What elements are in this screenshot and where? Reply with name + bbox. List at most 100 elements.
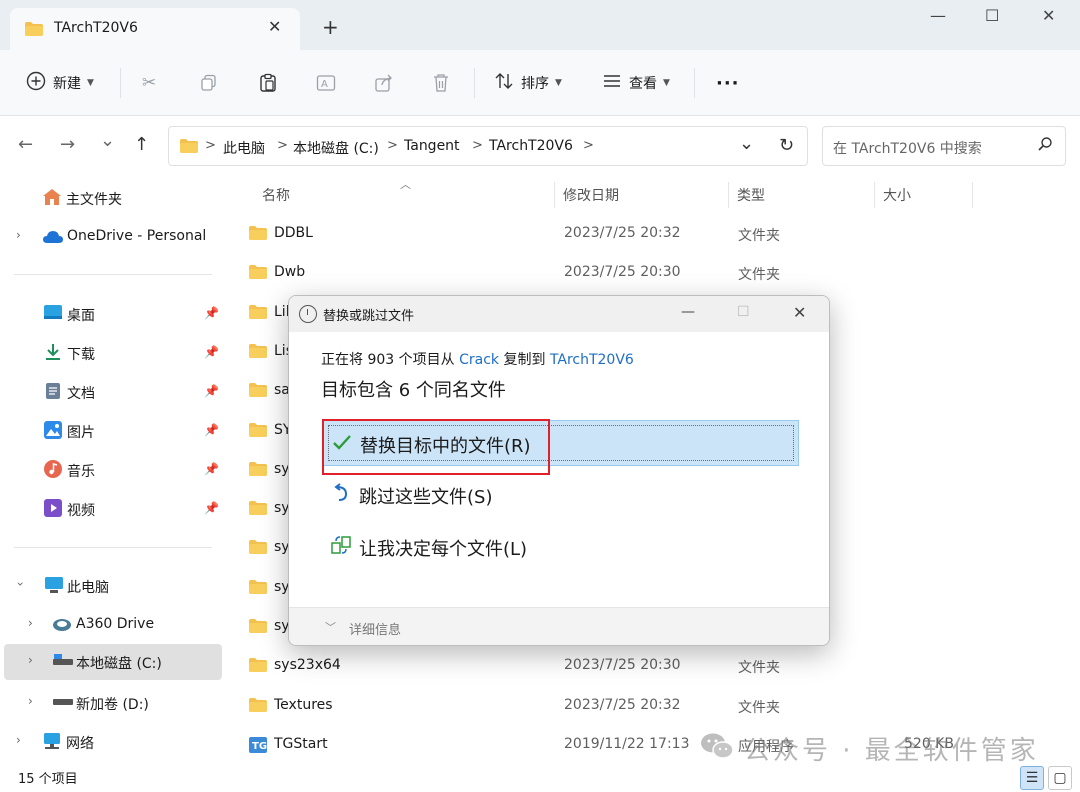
sort-button[interactable]: 排序 ▼ (494, 72, 562, 94)
sidebar-item-label: 桌面 (67, 308, 95, 324)
pin-icon[interactable]: 📌 (204, 501, 219, 515)
new-button[interactable]: 新建 ▼ (26, 71, 94, 94)
maximize-icon[interactable]: ☐ (985, 6, 999, 25)
sidebar-item-this-pc[interactable]: › 此电脑 (0, 568, 224, 604)
breadcrumb-tangent[interactable]: Tangent (404, 138, 460, 154)
column-header-modified[interactable]: 修改日期 (563, 185, 619, 205)
paste-icon[interactable] (258, 72, 278, 94)
skip-option-label: 跳过这些文件(S) (359, 487, 493, 508)
desktop-icon (44, 304, 62, 322)
forward-icon[interactable]: → (60, 134, 75, 155)
folder-icon (248, 500, 268, 520)
sort-icon (494, 71, 514, 95)
column-header-size[interactable]: 大小 (883, 185, 911, 205)
network-icon (42, 732, 60, 750)
file-date: 2023/7/25 20:32 (564, 225, 681, 241)
copy-icon[interactable] (200, 72, 218, 94)
breadcrumb-separator: > (472, 138, 483, 153)
chevron-down-icon: ▼ (663, 78, 670, 88)
pin-icon[interactable]: 📌 (204, 384, 219, 398)
chevron-down-icon[interactable]: ﹀ (325, 619, 336, 635)
minimize-icon[interactable]: — (681, 304, 695, 320)
file-name: TGStart (274, 735, 328, 752)
sidebar-item-a360[interactable]: › A360 Drive (0, 607, 224, 643)
share-icon[interactable] (374, 72, 394, 94)
column-header-type[interactable]: 类型 (737, 185, 765, 205)
pin-icon[interactable]: 📌 (204, 345, 219, 359)
tab-close-icon[interactable]: ✕ (268, 17, 281, 36)
table-row[interactable]: Dwb 2023/7/25 20:30 文件夹 (244, 254, 1064, 293)
tab-tarch[interactable]: TArchT20V6 ✕ (10, 8, 300, 50)
rename-icon[interactable]: A (316, 72, 336, 94)
sidebar-item-onedrive[interactable]: › OneDrive - Personal (0, 219, 224, 255)
home-icon (42, 188, 61, 206)
column-header-name[interactable]: 名称 (262, 185, 290, 205)
refresh-icon[interactable]: ↻ (779, 135, 794, 156)
table-row[interactable]: Textures 2023/7/25 20:32 文件夹 (244, 687, 1064, 726)
pin-icon[interactable]: 📌 (204, 462, 219, 476)
address-dropdown-icon[interactable]: ⌄ (739, 133, 754, 154)
tiles-view-icon[interactable]: ▢ (1048, 766, 1072, 790)
sidebar-item-label: 文档 (67, 386, 95, 402)
sidebar-item-pictures[interactable]: 图片 📌 (0, 413, 224, 449)
folder-icon (24, 21, 44, 41)
recent-locations-icon[interactable]: ⌄ (100, 130, 115, 151)
decide-each-file-option[interactable]: 让我决定每个文件(L) (323, 524, 799, 570)
sidebar-item-label: 主文件夹 (66, 192, 122, 208)
sidebar-item-downloads[interactable]: 下载 📌 (0, 335, 224, 371)
clock-icon (299, 305, 317, 323)
sidebar-item-documents[interactable]: 文档 📌 (0, 374, 224, 410)
skip-files-option[interactable]: 跳过这些文件(S) (323, 472, 799, 518)
file-type: 文件夹 (738, 228, 780, 244)
breadcrumb-separator: > (583, 138, 594, 153)
sidebar-item-local-disk-c[interactable]: › 本地磁盘 (C:) (4, 644, 222, 680)
delete-icon[interactable] (432, 72, 450, 94)
back-icon[interactable]: ← (18, 134, 33, 155)
source-folder-link[interactable]: Crack (459, 352, 499, 368)
file-type: 文件夹 (738, 699, 780, 716)
new-tab-button[interactable]: + (322, 17, 339, 37)
pin-icon[interactable]: 📌 (204, 306, 219, 320)
column-divider[interactable] (728, 182, 729, 208)
search-box[interactable]: 在 TArchT20V6 中搜索 (822, 126, 1066, 166)
column-divider[interactable] (554, 182, 555, 208)
cloud-icon (42, 230, 63, 248)
breadcrumb-this-pc[interactable]: 此电脑 (223, 138, 265, 158)
up-icon[interactable]: ↑ (134, 134, 149, 155)
cut-icon[interactable]: ✂ (142, 72, 156, 94)
details-view-icon[interactable]: ☰ (1020, 766, 1044, 790)
sidebar-item-desktop[interactable]: 桌面 📌 (0, 296, 224, 332)
sidebar-item-videos[interactable]: 视频 📌 (0, 491, 224, 527)
more-details-toggle[interactable]: 详细信息 (349, 619, 401, 638)
chevron-right-icon: › (28, 653, 33, 667)
file-name: Textures (274, 696, 333, 713)
breadcrumb-separator: > (277, 138, 288, 153)
table-row[interactable]: DDBL 2023/7/25 20:32 文件夹 (244, 215, 1064, 254)
breadcrumb-local-disk[interactable]: 本地磁盘 (C:) (293, 138, 379, 158)
sidebar-item-home[interactable]: 主文件夹 (0, 180, 224, 216)
sidebar-item-new-volume-d[interactable]: › 新加卷 (D:) (0, 685, 224, 721)
table-row[interactable]: sys23x64 2023/7/25 20:30 文件夹 (244, 647, 1064, 686)
address-bar[interactable]: > 此电脑 > 本地磁盘 (C:) > Tangent > TArchT20V6… (168, 126, 808, 166)
column-divider[interactable] (972, 182, 973, 208)
close-icon[interactable]: ✕ (1042, 6, 1055, 25)
folder-icon (248, 461, 268, 481)
more-options-icon[interactable]: ··· (716, 72, 740, 94)
destination-folder-link[interactable]: TArchT20V6 (550, 352, 634, 368)
minimize-icon[interactable]: — (930, 6, 946, 25)
pin-icon[interactable]: 📌 (204, 423, 219, 437)
chevron-right-icon: › (16, 228, 21, 242)
breadcrumb-tarch[interactable]: TArchT20V6 (489, 138, 573, 154)
breadcrumb-separator: > (387, 138, 398, 153)
view-button[interactable]: 查看 ▼ (602, 72, 670, 94)
close-icon[interactable]: ✕ (793, 303, 806, 322)
file-name: sys23x64 (274, 657, 341, 674)
sidebar-item-music[interactable]: 音乐 📌 (0, 452, 224, 488)
column-divider[interactable] (874, 182, 875, 208)
maximize-icon: ☐ (737, 304, 750, 320)
download-icon (44, 343, 62, 361)
copy-status-text: 正在将 903 个项目从 Crack 复制到 TArchT20V6 (321, 349, 634, 369)
sidebar-item-network[interactable]: › 网络 (0, 724, 224, 760)
folder-icon (248, 264, 268, 284)
search-input[interactable]: 在 TArchT20V6 中搜索 (833, 138, 982, 158)
